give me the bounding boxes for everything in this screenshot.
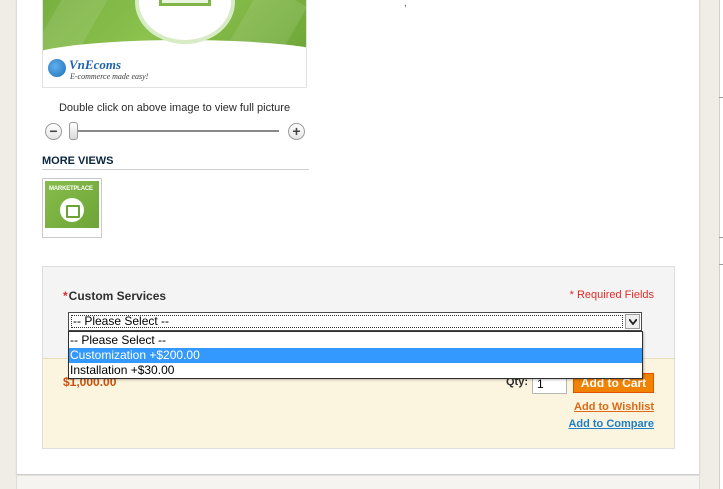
zoom-hint: Double click on above image to view full…: [58, 102, 291, 114]
logo-brand-name: VnEcoms: [69, 57, 122, 72]
more-views-thumbnail[interactable]: MARKETPLACE: [42, 178, 102, 238]
more-views-divider: [42, 169, 309, 170]
thumbnail-store-icon: [60, 198, 84, 222]
dropdown-option-highlighted[interactable]: Customization +$200.00: [69, 348, 642, 363]
dropdown-option[interactable]: Installation +$30.00: [69, 363, 642, 378]
zoom-slider-track[interactable]: [70, 130, 279, 132]
right-sidebar-edge: [719, 0, 723, 489]
add-to-wishlist-link[interactable]: Add to Wishlist: [540, 401, 654, 413]
required-asterisk: *: [63, 289, 68, 303]
logo-globe-icon: [48, 59, 66, 77]
plus-icon: +: [292, 123, 301, 139]
zoom-out-button[interactable]: −: [45, 123, 62, 140]
required-fields-note: * Required Fields: [569, 289, 654, 301]
add-to-compare-link[interactable]: Add to Compare: [540, 418, 654, 430]
custom-services-label: *Custom Services: [63, 289, 167, 303]
minus-icon: −: [49, 123, 58, 139]
select-current-value: -- Please Select --: [73, 314, 170, 328]
zoom-in-button[interactable]: +: [288, 123, 305, 140]
custom-services-dropdown-list: -- Please Select -- Customization +$200.…: [68, 331, 643, 379]
zoom-slider-handle[interactable]: [69, 122, 78, 140]
dropdown-option[interactable]: -- Please Select --: [69, 333, 642, 348]
product-main-image[interactable]: VnEcoms E-commerce made easy!: [42, 0, 307, 88]
thumbnail-label: MARKETPLACE: [49, 186, 93, 192]
custom-services-select[interactable]: -- Please Select --: [68, 312, 642, 331]
chevron-down-icon[interactable]: [625, 314, 640, 329]
truncated-text-marker: ,: [404, 0, 407, 9]
page-footer-strip: [16, 476, 700, 489]
logo-tagline: E-commerce made easy!: [70, 72, 149, 81]
more-views-heading: MORE VIEWS: [42, 155, 114, 167]
